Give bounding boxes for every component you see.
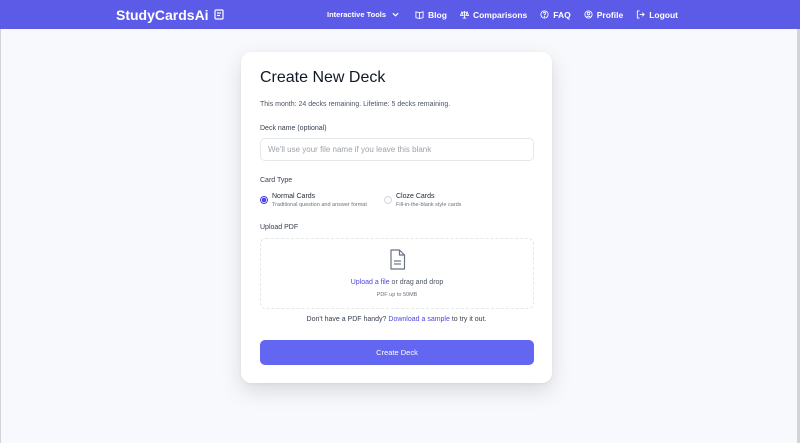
deck-name-label: Deck name (optional) — [260, 125, 327, 132]
cloze-cards-title: Cloze Cards — [396, 193, 435, 200]
scale-icon — [459, 10, 469, 19]
deck-name-input[interactable] — [260, 138, 534, 161]
pdf-dropzone[interactable]: Upload a file or drag and drop PDF up to… — [260, 238, 534, 309]
sample-download-line: Don't have a PDF handy? Download a sampl… — [241, 316, 552, 323]
sample-prefix-text: Don't have a PDF handy? — [306, 316, 389, 323]
create-deck-button[interactable]: Create Deck — [260, 340, 534, 365]
download-sample-link[interactable]: Download a sample — [388, 316, 449, 323]
upload-file-link[interactable]: Upload a file — [351, 279, 390, 286]
logout-icon — [636, 10, 645, 19]
normal-cards-radio[interactable] — [260, 196, 268, 204]
user-circle-icon — [584, 10, 593, 19]
normal-cards-title: Normal Cards — [272, 193, 316, 200]
cloze-cards-description: Fill-in-the-blank style cards — [396, 202, 462, 208]
window-edge-left — [0, 0, 1, 443]
flashcard-icon — [213, 9, 224, 20]
nav-faq[interactable]: FAQ — [540, 9, 571, 20]
brand-logo[interactable]: StudyCardsAi — [116, 0, 224, 29]
top-navbar: StudyCardsAi Interactive Tools Blog Comp… — [0, 0, 800, 29]
nav-faq-label: FAQ — [553, 9, 571, 20]
quota-text: This month: 24 decks remaining. Lifetime… — [260, 101, 451, 108]
sample-suffix-text: to try it out. — [449, 316, 487, 323]
document-icon — [389, 249, 406, 270]
page-title: Create New Deck — [260, 69, 386, 86]
question-circle-icon — [540, 10, 549, 19]
normal-cards-description: Traditional question and answer format — [272, 202, 367, 208]
cloze-cards-radio[interactable] — [384, 196, 392, 204]
nav-profile[interactable]: Profile — [584, 10, 623, 20]
card-type-radio-group: Normal Cards Traditional question and an… — [260, 192, 534, 212]
nav-logout[interactable]: Logout — [636, 10, 678, 20]
card-type-normal-option[interactable]: Normal Cards Traditional question and an… — [260, 192, 367, 209]
brand-name: StudyCardsAi — [116, 6, 209, 23]
nav-interactive-tools[interactable]: Interactive Tools — [327, 10, 399, 19]
nav-profile-label: Profile — [596, 9, 624, 20]
card-type-cloze-option[interactable]: Cloze Cards Fill-in-the-blank style card… — [384, 192, 461, 209]
upload-size-hint: PDF up to 50MB — [376, 292, 418, 298]
chevron-down-icon — [392, 11, 399, 18]
nav-comparisons[interactable]: Comparisons — [459, 9, 528, 20]
card-type-label: Card Type — [260, 177, 293, 184]
nav-logout-label: Logout — [649, 9, 678, 20]
nav-links: Interactive Tools Blog Comparisons FAQ P… — [327, 0, 678, 29]
upload-pdf-label: Upload PDF — [260, 224, 299, 231]
nav-blog[interactable]: Blog — [415, 10, 447, 20]
book-icon — [415, 10, 424, 19]
nav-interactive-tools-label: Interactive Tools — [327, 10, 387, 19]
upload-instructions: Upload a file or drag and drop — [261, 279, 533, 286]
create-deck-card: Create New Deck This month: 24 decks rem… — [241, 52, 552, 383]
nav-blog-label: Blog — [428, 9, 447, 20]
drag-drop-text: or drag and drop — [389, 279, 444, 286]
nav-comparisons-label: Comparisons — [472, 9, 528, 20]
